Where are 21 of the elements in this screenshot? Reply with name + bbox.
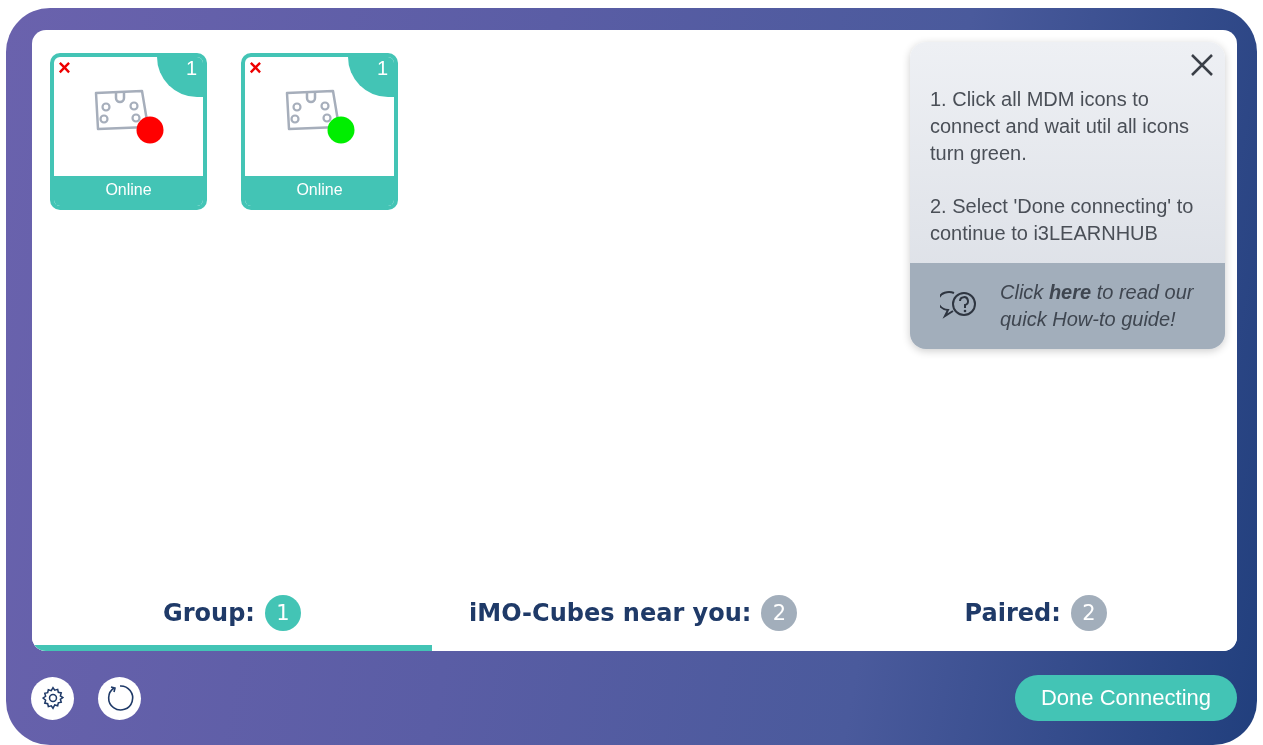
tab-label: Paired: [964, 598, 1061, 627]
device-status: Online [54, 176, 203, 206]
device-status: Online [245, 176, 394, 206]
help-step: 2. Select 'Done connecting' to continue to i3LEARNHUB [930, 193, 1207, 247]
remove-button[interactable]: × [58, 59, 71, 77]
tab-label: Group: [163, 598, 255, 627]
device-number: 1 [157, 57, 203, 97]
count-badge: 2 [761, 594, 798, 631]
settings-icon [39, 685, 66, 711]
help-step: 1. Click all MDM icons to connect and wait util all icons turn green. [930, 86, 1207, 167]
remove-button[interactable]: × [249, 59, 262, 77]
count-badge: 1 [264, 594, 301, 631]
device-number: 1 [348, 57, 394, 97]
tab-label: iMO-Cubes near you: [469, 598, 752, 627]
count-badge: 2 [1070, 594, 1107, 631]
settings-button[interactable] [31, 676, 74, 720]
device-card[interactable]: × 1 Online [50, 53, 207, 210]
device-card[interactable]: × 1 Online [241, 53, 398, 210]
close-icon [1189, 52, 1215, 78]
refresh-button[interactable] [98, 676, 141, 720]
guide-link[interactable]: Click here to read our quick How-to guide! [930, 279, 1205, 333]
